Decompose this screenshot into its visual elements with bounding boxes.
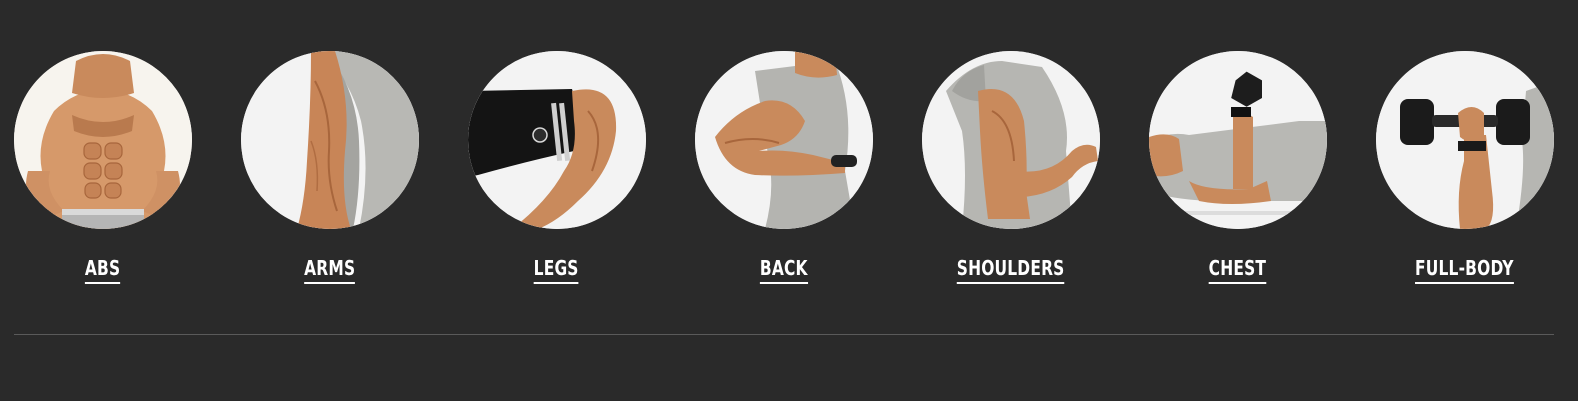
full-body-image[interactable] xyxy=(1375,51,1554,229)
category-shoulders[interactable]: SHOULDERS xyxy=(897,0,1124,300)
legs-image[interactable] xyxy=(467,51,646,229)
category-chest[interactable]: CHEST xyxy=(1124,0,1351,300)
category-full-body-label[interactable]: FULL-BODY xyxy=(1351,256,1578,284)
back-image[interactable] xyxy=(694,51,873,229)
muscle-category-strip: ABS ARMS LEGS BACK SHOULDERS CHEST FULL-… xyxy=(0,0,1578,300)
arms-image[interactable] xyxy=(240,51,419,229)
abs-image[interactable] xyxy=(13,51,192,229)
category-full-body[interactable]: FULL-BODY xyxy=(1351,0,1578,300)
category-legs[interactable]: LEGS xyxy=(443,0,670,300)
category-chest-label[interactable]: CHEST xyxy=(1124,256,1351,284)
category-legs-label[interactable]: LEGS xyxy=(443,256,670,284)
category-abs[interactable]: ABS xyxy=(0,0,216,300)
chest-image[interactable] xyxy=(1148,51,1327,229)
category-shoulders-label[interactable]: SHOULDERS xyxy=(897,256,1124,284)
category-back[interactable]: BACK xyxy=(670,0,897,300)
category-abs-label[interactable]: ABS xyxy=(0,256,216,284)
muscle-group-page: ABS ARMS LEGS BACK SHOULDERS CHEST FULL-… xyxy=(0,0,1578,401)
category-back-label[interactable]: BACK xyxy=(670,256,897,284)
shoulders-image[interactable] xyxy=(921,51,1100,229)
section-divider xyxy=(14,334,1554,335)
category-arms[interactable]: ARMS xyxy=(216,0,443,300)
category-arms-label[interactable]: ARMS xyxy=(216,256,443,284)
